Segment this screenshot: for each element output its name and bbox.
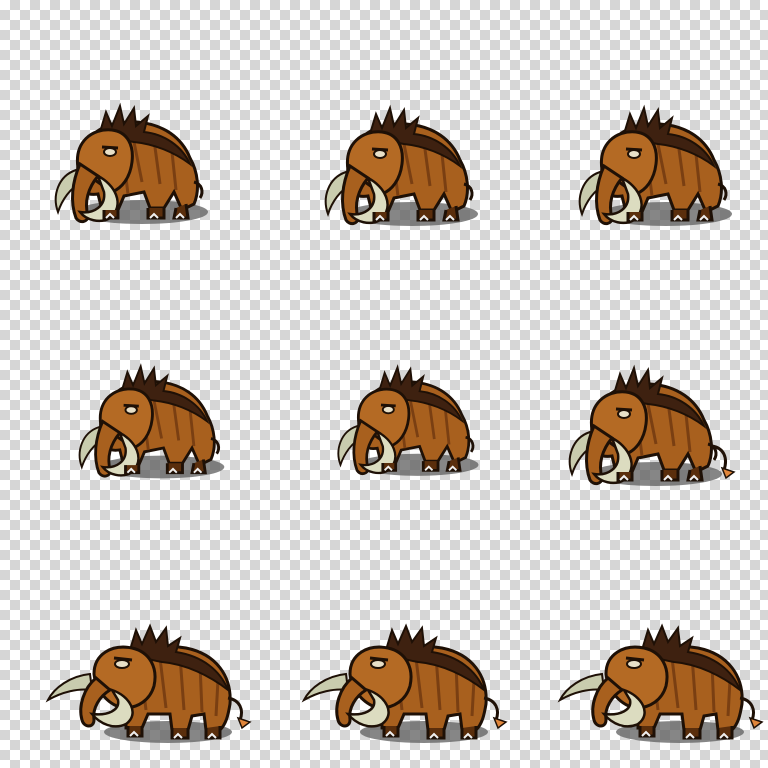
sprite-frame-r1-c1 — [0, 0, 256, 256]
sprite-frame-r2-c3 — [512, 256, 768, 512]
sprite-frame-r1-c2 — [256, 0, 512, 256]
mammoth-sprite — [302, 624, 508, 745]
mammoth-sprite — [78, 364, 226, 480]
mammoth-sprite — [46, 624, 252, 745]
sprite-frame-r3-c2 — [256, 512, 512, 768]
sprite-frame-r3-c3 — [512, 512, 768, 768]
mammoth-sprite — [54, 104, 210, 226]
sprite-sheet — [0, 0, 768, 768]
sprite-frame-r2-c1 — [0, 256, 256, 512]
sprite-frame-r1-c3 — [512, 0, 768, 256]
sprite-frame-r2-c2 — [256, 256, 512, 512]
sprite-frame-r3-c1 — [0, 512, 256, 768]
mammoth-sprite — [324, 106, 480, 228]
mammoth-sprite — [512, 256, 768, 512]
mammoth-sprite — [578, 106, 734, 228]
mammoth-sprite — [337, 365, 480, 478]
mammoth-sprite — [558, 624, 764, 745]
